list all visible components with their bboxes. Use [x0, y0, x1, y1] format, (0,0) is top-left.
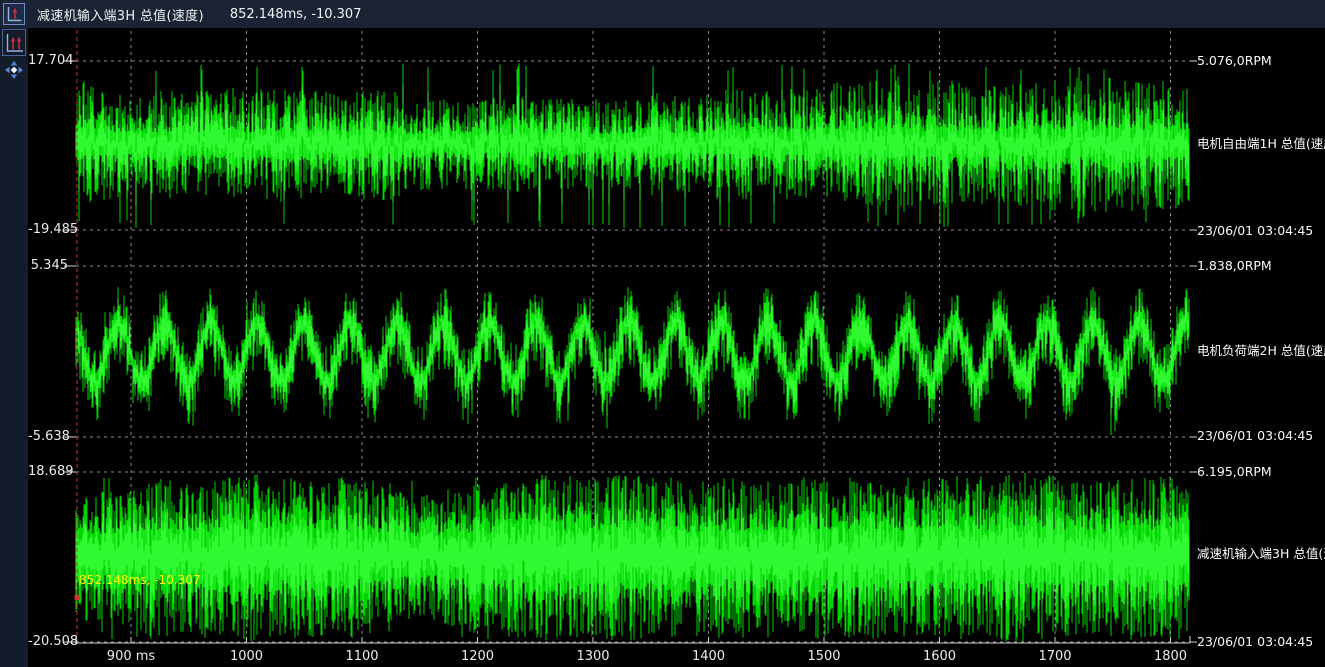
chart2-ymax-label: 5.345 — [28, 258, 68, 273]
chart3-ymin-label: -20.508 — [28, 634, 68, 649]
chart3-timestamp: 23/06/01 03:04:45 — [1197, 634, 1313, 649]
x-tick-label: 1800 — [1129, 649, 1213, 664]
cursor-readout: 852.148ms, -10.307 — [230, 7, 362, 22]
x-tick-label: 1200 — [436, 649, 520, 664]
cursor-annotation: 852.148ms, -10.307 — [79, 573, 201, 587]
chart1-timestamp: 23/06/01 03:04:45 — [1197, 223, 1313, 238]
cursor-value-marker — [75, 595, 80, 600]
x-tick-label: 1300 — [551, 649, 635, 664]
title-bar: 减速机输入端3H 总值(速度) 852.148ms, -10.307 — [0, 0, 1325, 28]
pan-icon — [4, 60, 24, 80]
chart2-channel-label: 电机负荷端2H 总值(速度) — [1197, 340, 1325, 359]
chart3-rpm-label: 6.195,0RPM — [1197, 464, 1272, 479]
chart3-ymax-label: 18.689 — [28, 464, 68, 479]
chart1-ymax-label: 17.704 — [28, 53, 68, 68]
chart3-channel-label: 减速机输入端3H 总值(速度) — [1197, 543, 1325, 562]
chart1-ymin-label: -19.485 — [28, 222, 68, 237]
pan-tool-button[interactable] — [4, 60, 24, 80]
x-tick-label: 1500 — [782, 649, 866, 664]
x-tick-label: 1400 — [667, 649, 751, 664]
chart2-timestamp: 23/06/01 03:04:45 — [1197, 428, 1313, 443]
active-channel-title: 减速机输入端3H 总值(速度) — [37, 5, 204, 24]
dual-cursor-tool-button[interactable] — [2, 29, 26, 56]
single-cursor-icon — [4, 4, 24, 24]
single-cursor-tool-button[interactable] — [3, 3, 25, 25]
x-tick-label: 1600 — [898, 649, 982, 664]
x-tick-label: 1000 — [205, 649, 289, 664]
tool-sidebar — [0, 28, 28, 667]
x-tick-label: 900 ms — [89, 649, 173, 664]
chart2-ymin-label: -5.638 — [28, 429, 68, 444]
x-tick-label: 1700 — [1013, 649, 1097, 664]
dual-cursor-icon — [4, 32, 25, 54]
chart1-rpm-label: 5.076,0RPM — [1197, 53, 1272, 68]
x-tick-label: 1100 — [320, 649, 404, 664]
chart1-channel-label: 电机自由端1H 总值(速度) — [1197, 133, 1325, 152]
chart2-rpm-label: 1.838,0RPM — [1197, 258, 1272, 273]
chart-area: 17.704 -19.485 5.076,0RPM 电机自由端1H 总值(速度)… — [28, 28, 1325, 667]
waveform-canvas[interactable] — [28, 28, 1325, 667]
